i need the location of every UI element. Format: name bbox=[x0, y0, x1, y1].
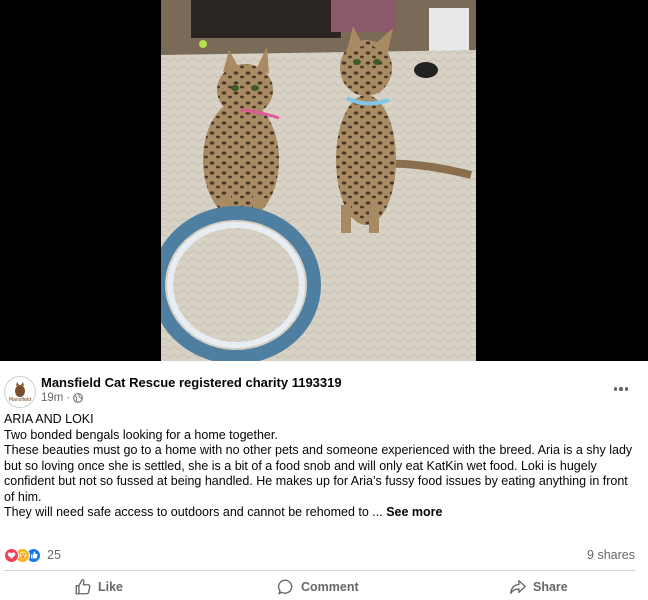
rug bbox=[161, 50, 476, 361]
post-options-button[interactable] bbox=[610, 381, 632, 397]
share-button[interactable]: Share bbox=[509, 578, 568, 596]
comment-button[interactable]: Comment bbox=[277, 578, 359, 596]
comment-bubble-icon bbox=[277, 579, 293, 595]
reactions-summary[interactable]: 25 bbox=[4, 546, 61, 564]
post-line-2: These beauties must go to a home with no… bbox=[4, 443, 633, 504]
post-header: Mansfield Mansfield Cat Rescue registere… bbox=[0, 368, 648, 408]
post-timestamp[interactable]: 19m bbox=[41, 392, 63, 404]
avatar-logo-text: Mansfield bbox=[8, 397, 32, 403]
actions-divider bbox=[4, 570, 635, 571]
post-line-3: They will need safe access to outdoors a… bbox=[4, 505, 640, 521]
like-button[interactable]: Like bbox=[74, 578, 123, 596]
ellipsis-dot bbox=[619, 387, 623, 391]
post-photo[interactable] bbox=[161, 0, 476, 361]
page-name-link[interactable]: Mansfield Cat Rescue registered charity … bbox=[41, 375, 342, 390]
reaction-count: 25 bbox=[47, 548, 61, 562]
meta-separator: · bbox=[66, 392, 71, 404]
share-button-label: Share bbox=[533, 580, 568, 594]
shares-count[interactable]: 9 shares bbox=[587, 548, 635, 562]
like-button-label: Like bbox=[98, 580, 124, 594]
post-text: ARIA AND LOKI Two bonded bengals looking… bbox=[4, 412, 640, 521]
share-arrow-icon bbox=[510, 580, 526, 594]
post-action-bar: Like Comment Share bbox=[0, 574, 648, 600]
page-avatar[interactable]: Mansfield bbox=[4, 376, 36, 408]
ellipsis-icon bbox=[614, 387, 618, 391]
ellipsis-dot bbox=[624, 387, 628, 391]
cats-photo-illustration bbox=[161, 0, 476, 361]
tv-cabinet bbox=[191, 0, 341, 38]
globe-icon bbox=[73, 393, 84, 403]
post-title-line: ARIA AND LOKI bbox=[4, 412, 94, 426]
post-photo-frame bbox=[0, 0, 648, 361]
thumbs-up-icon bbox=[75, 579, 91, 595]
post-line-1: Two bonded bengals looking for a home to… bbox=[4, 427, 278, 442]
post-line-3-text: They will need safe access to outdoors a… bbox=[4, 505, 383, 519]
see-more-link[interactable]: See more bbox=[386, 505, 442, 519]
love-reaction-icon bbox=[4, 547, 19, 563]
comment-button-label: Comment bbox=[301, 580, 359, 594]
post-meta: 19m · bbox=[41, 392, 84, 404]
